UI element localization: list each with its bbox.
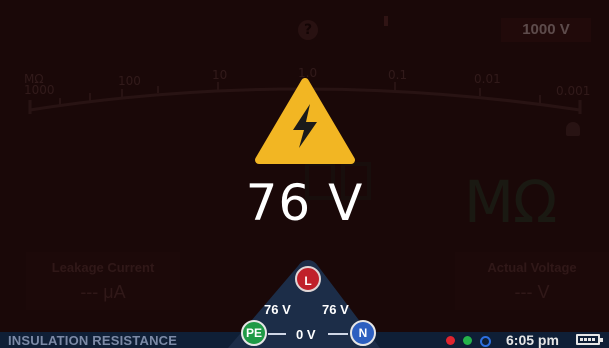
voltage-l-pe: 76 V xyxy=(264,302,291,317)
neutral-node-icon: N xyxy=(350,320,376,346)
mode-label: INSULATION RESISTANCE xyxy=(8,333,178,348)
voltage-pe-n: 0 V xyxy=(296,327,316,342)
status-dot-blue-icon xyxy=(480,336,491,347)
clock-time: 6:05 pm xyxy=(506,332,559,348)
actual-voltage-title: Actual Voltage xyxy=(487,260,577,275)
test-voltage-range[interactable]: 1000 V xyxy=(501,18,591,42)
leakage-current-value: --- μA xyxy=(80,282,126,302)
status-dot-red-icon xyxy=(446,336,455,345)
actual-voltage-value: --- V xyxy=(514,282,550,302)
earth-node-icon: PE xyxy=(241,320,267,346)
leakage-current-panel: Leakage Current --- μA xyxy=(26,252,180,310)
live-node-icon: L xyxy=(295,266,321,292)
voltage-l-n: 76 V xyxy=(322,302,349,317)
leakage-current-title: Leakage Current xyxy=(51,260,155,275)
actual-voltage-panel: Actual Voltage --- V xyxy=(455,252,609,310)
help-icon[interactable]: ? xyxy=(298,20,318,40)
probe-indicator-icon xyxy=(384,16,388,26)
connection-diagram: L PE N 76 V 76 V 0 V xyxy=(224,256,384,348)
insulation-tester-screen: ? 1000 V MΩ 1000 100 10 1.0 0.1 0.01 0.0… xyxy=(0,0,609,348)
lock-icon xyxy=(566,122,580,136)
high-voltage-warning-icon xyxy=(255,78,355,164)
status-dot-green-icon xyxy=(463,336,472,345)
hazard-voltage-reading: 76 V xyxy=(245,174,364,232)
top-bar: ? 1000 V xyxy=(8,10,609,44)
battery-icon xyxy=(576,334,603,345)
